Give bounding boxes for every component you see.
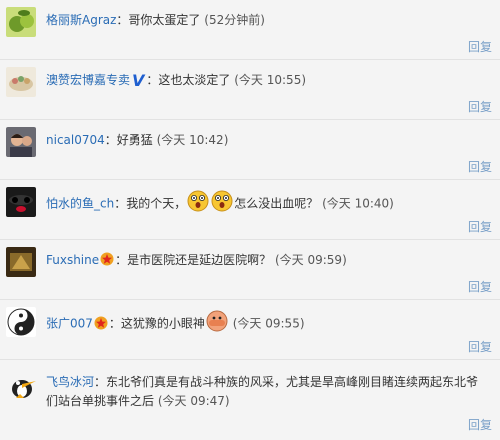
reply-link[interactable]: 回复: [468, 38, 492, 55]
commenter-name[interactable]: 飞鸟冰河: [46, 375, 94, 389]
comment-text: ：是市医院还是延边医院啊？: [115, 253, 272, 267]
shocked-face-icon: [211, 190, 233, 218]
comment-time: (今天 09:47): [157, 394, 230, 408]
reply-link[interactable]: 回复: [468, 158, 492, 175]
comment-item: 张广007 ：这犹豫的小眼神 (今天 09:55) 回复: [0, 300, 500, 360]
avatar[interactable]: [6, 247, 36, 277]
avatar[interactable]: [6, 127, 36, 157]
comment-text: ：这也太淡定了: [146, 73, 231, 87]
comment-item: 格丽斯Agraz：哥你太蛋定了 (52分钟前) 回复: [0, 0, 500, 60]
commenter-name[interactable]: 格丽斯Agraz: [46, 13, 116, 27]
comment-text: ：哥你太蛋定了: [116, 13, 201, 27]
reply-link[interactable]: 回复: [468, 98, 492, 115]
reply-link[interactable]: 回复: [468, 416, 492, 433]
comment-item: 澳赞宏博嘉专卖 V ：这也太淡定了 (今天 10:55) 回复: [0, 60, 500, 120]
comment-time: (今天 10:42): [156, 133, 229, 147]
comment-item: 飞鸟冰河：东北爷们真是有战斗种族的风采，尤其是旱高峰刚目睹连续两起东北爷们站台单…: [0, 360, 500, 437]
avatar[interactable]: [6, 307, 36, 337]
reply-link[interactable]: 回复: [468, 278, 492, 295]
star-medal-icon: [100, 252, 114, 272]
comment-text: ：东北爷们真是有战斗种族的风采，尤其是旱高峰刚目睹连续两起东北爷们站台单挑事件之…: [46, 375, 479, 408]
comment-time: (52分钟前): [204, 13, 265, 27]
reply-link[interactable]: 回复: [468, 338, 492, 355]
comment-text-continued: 怎么没出血呢？: [234, 196, 319, 211]
comment-time: (今天 09:55): [232, 316, 305, 331]
commenter-name[interactable]: 澳赞宏博嘉专卖: [46, 73, 130, 87]
comment-text: ：好勇猛: [104, 133, 153, 147]
commenter-name[interactable]: nical0704: [46, 133, 105, 147]
comment-text: ：我的个天，: [114, 196, 187, 211]
avatar[interactable]: [6, 187, 36, 217]
commenter-name[interactable]: 张广007: [46, 317, 93, 331]
avatar[interactable]: [6, 370, 36, 400]
comment-text: ：这犹豫的小眼神: [108, 316, 205, 331]
comment-list: 格丽斯Agraz：哥你太蛋定了 (52分钟前) 回复 澳赞宏博嘉专卖 V ：这也太淡…: [0, 0, 500, 437]
comment-time: (今天 10:40): [322, 196, 394, 211]
avatar[interactable]: [6, 7, 36, 37]
comment-time: (今天 09:59): [274, 253, 347, 267]
commenter-name[interactable]: 怕水的鱼_ch: [46, 197, 114, 211]
peeking-face-icon: [206, 310, 228, 338]
shocked-face-icon: [187, 190, 209, 218]
comment-time: (今天 10:55): [234, 73, 307, 87]
commenter-name[interactable]: Fuxshine: [46, 253, 99, 267]
comment-item: nical0704：好勇猛 (今天 10:42) 回复: [0, 120, 500, 180]
avatar[interactable]: [6, 67, 36, 97]
comment-item: Fuxshine ：是市医院还是延边医院啊？ (今天 09:59) 回复: [0, 240, 500, 300]
star-medal-icon: [94, 316, 108, 336]
reply-link[interactable]: 回复: [468, 218, 492, 235]
comment-item: 怕水的鱼_ch：我的个天， 怎么没出血呢？ (今天 10:40) 回复: [0, 180, 500, 240]
verified-v-icon: V: [132, 71, 145, 90]
